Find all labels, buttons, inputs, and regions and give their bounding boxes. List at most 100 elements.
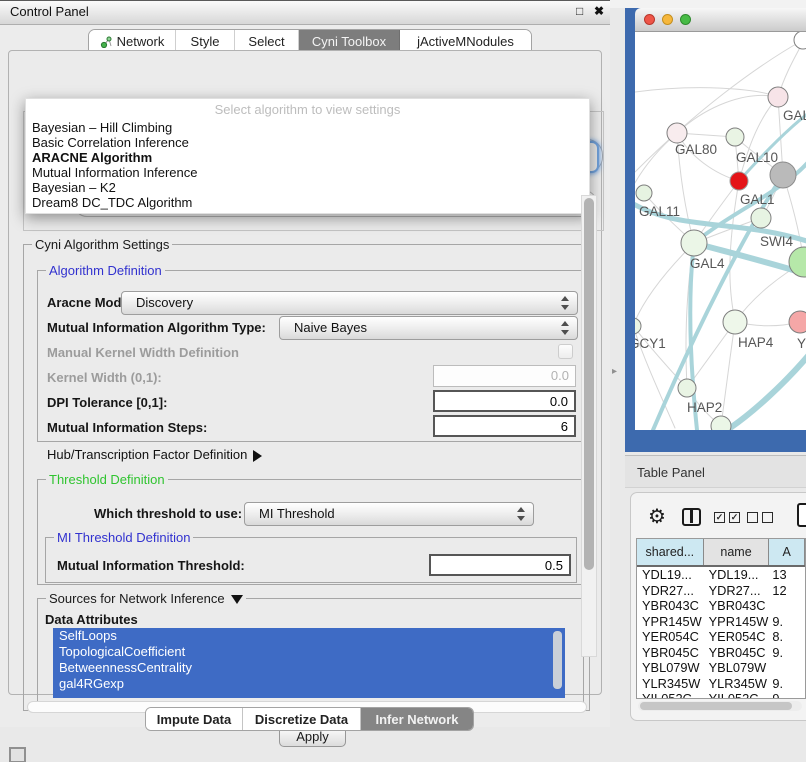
table-cell[interactable] (769, 598, 805, 614)
manual-kernel-checkbox[interactable] (558, 344, 573, 359)
tab-impute-data[interactable]: Impute Data (146, 708, 243, 730)
table-cell[interactable]: YDL19... (637, 567, 704, 583)
network-node[interactable] (681, 230, 707, 256)
scrollbar-thumb[interactable] (640, 702, 792, 710)
table-cell[interactable]: YIL052C (704, 691, 770, 699)
columns-icon[interactable] (682, 508, 701, 526)
column-header-name[interactable]: name (704, 539, 770, 565)
panel-divider-grip[interactable]: ▸ (612, 366, 617, 377)
network-node[interactable] (667, 123, 687, 143)
tab-style[interactable]: Style (176, 30, 235, 52)
hub-definition-toggle[interactable]: Hub/Transcription Factor Definition (47, 447, 262, 462)
network-node[interactable] (730, 172, 748, 190)
node-table-body: YDL19...YDL19...13YDR27...YDR27...12YBR0… (637, 567, 805, 699)
table-cell[interactable]: 13 (769, 567, 805, 583)
aracne-mode-select[interactable]: Discovery (121, 291, 578, 315)
table-row: YDR27...YDR27...12 (637, 583, 805, 599)
settings-vertical-scrollbar[interactable] (581, 195, 597, 657)
tab-network[interactable]: Network (89, 30, 176, 52)
column-header-partial[interactable]: A (769, 539, 805, 565)
network-node[interactable] (770, 162, 796, 188)
algorithm-option[interactable]: Bayesian – Hill Climbing (26, 120, 589, 135)
table-cell[interactable]: 12 (769, 583, 805, 599)
algorithm-option[interactable]: Bayesian – K2 (26, 180, 589, 195)
algorithm-option[interactable]: ARACNE Algorithm (26, 150, 589, 165)
node-label: GAL (783, 108, 806, 123)
column-header-shared-name[interactable]: shared... (637, 539, 704, 565)
table-cell[interactable]: YBL079W (704, 660, 770, 676)
mi-type-select[interactable]: Naive Bayes (279, 316, 578, 340)
network-node[interactable] (636, 185, 652, 201)
tab-label: Style (191, 34, 220, 49)
tab-jactivemnodules[interactable]: jActiveMNodules (400, 30, 531, 52)
network-node[interactable] (723, 310, 747, 334)
table-cell[interactable]: YPR145W (704, 614, 770, 630)
table-cell[interactable]: YBR045C (704, 645, 770, 661)
dpi-tolerance-input[interactable]: 0.0 (433, 390, 576, 412)
file-icon[interactable] (797, 503, 806, 527)
table-cell[interactable]: YER054C (637, 629, 704, 645)
which-threshold-label: Which threshold to use: (94, 506, 242, 521)
table-cell[interactable]: YBL079W (637, 660, 704, 676)
tab-label: Select (248, 34, 284, 49)
minimize-traffic-light[interactable] (662, 14, 673, 25)
sources-toggle[interactable]: Sources for Network Inference (46, 591, 246, 606)
table-cell[interactable]: YPR145W (637, 614, 704, 630)
which-threshold-select[interactable]: MI Threshold (244, 502, 534, 526)
attribute-item[interactable]: BetweennessCentrality (53, 660, 565, 676)
mi-steps-input[interactable]: 6 (433, 415, 576, 437)
table-cell[interactable]: YDR27... (704, 583, 770, 599)
algorithm-option[interactable]: Dream8 DC_TDC Algorithm (26, 195, 589, 210)
attribute-item[interactable]: gal4RGexp (53, 676, 565, 692)
tab-cyni-toolbox[interactable]: Cyni Toolbox (299, 30, 400, 52)
network-node[interactable] (768, 87, 788, 107)
scrollbar-thumb[interactable] (584, 198, 594, 570)
close-traffic-light[interactable] (644, 14, 655, 25)
attributes-scrollbar[interactable] (553, 631, 562, 689)
table-cell[interactable]: YIL052C (637, 691, 704, 699)
gear-icon[interactable]: ⚙ (648, 504, 666, 529)
table-cell[interactable]: YBR043C (637, 598, 704, 614)
table-cell[interactable]: YBR045C (637, 645, 704, 661)
network-window-titlebar[interactable] (635, 8, 806, 32)
mi-threshold-input[interactable]: 0.5 (429, 554, 571, 576)
select-all-checkboxes-icon[interactable]: ✓ ✓ (714, 512, 740, 523)
table-cell[interactable]: 8. (769, 629, 805, 645)
network-node[interactable] (726, 128, 744, 146)
table-cell[interactable]: 9. (769, 645, 805, 661)
close-icon[interactable]: ✖ (594, 4, 608, 18)
network-canvas-svg: GALGAL80GAL10GAL1GAL11SWI4GAL4GCY1HAP4YH… (635, 32, 806, 430)
table-horizontal-scrollbar[interactable] (638, 701, 802, 711)
table-cell[interactable]: YLR345W (704, 676, 770, 692)
table-cell[interactable]: 9 (769, 691, 805, 699)
table-cell[interactable]: YBR043C (704, 598, 770, 614)
tab-discretize-data[interactable]: Discretize Data (243, 708, 361, 730)
float-window-icon[interactable]: □ (576, 4, 590, 18)
table-cell[interactable]: YER054C (704, 629, 770, 645)
attribute-item[interactable]: SelfLoops (53, 628, 565, 644)
table-cell[interactable]: 9. (769, 614, 805, 630)
algorithm-option[interactable]: Mutual Information Inference (26, 165, 589, 180)
zoom-traffic-light[interactable] (680, 14, 691, 25)
corner-widget-icon[interactable] (9, 747, 26, 762)
attribute-item[interactable] (53, 692, 565, 698)
tab-label: Impute Data (157, 712, 231, 727)
table-cell[interactable]: YDR27... (637, 583, 704, 599)
network-node[interactable] (751, 208, 771, 228)
network-canvas[interactable]: GALGAL80GAL10GAL1GAL11SWI4GAL4GCY1HAP4YH… (635, 32, 806, 430)
algorithm-option[interactable]: Basic Correlation Inference (26, 135, 589, 150)
tab-infer-network[interactable]: Infer Network (361, 708, 473, 730)
network-node[interactable] (794, 32, 806, 49)
network-node[interactable] (711, 416, 731, 430)
network-node[interactable] (678, 379, 696, 397)
clear-all-checkboxes-icon[interactable] (747, 512, 773, 523)
network-node[interactable] (635, 318, 641, 334)
table-cell[interactable]: YLR345W (637, 676, 704, 692)
attribute-item[interactable]: TopologicalCoefficient (53, 644, 565, 660)
table-cell[interactable]: 9. (769, 676, 805, 692)
table-cell[interactable] (769, 660, 805, 676)
kernel-width-input[interactable]: 0.0 (433, 365, 576, 387)
table-cell[interactable]: YDL19... (704, 567, 770, 583)
tab-select[interactable]: Select (235, 30, 299, 52)
network-node[interactable] (789, 311, 806, 333)
